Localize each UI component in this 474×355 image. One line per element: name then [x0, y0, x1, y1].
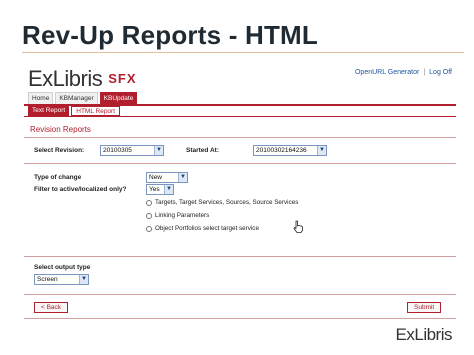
radio-object-portfolios-option[interactable]: Object Portfolios select target service [146, 225, 259, 232]
type-of-change-value: New [149, 174, 163, 181]
radio-label: Targets, Target Services, Sources, Sourc… [155, 199, 299, 206]
form-divider-2 [24, 256, 456, 257]
select-revision-value: 20100305 [103, 147, 132, 154]
chevron-down-icon: ▼ [178, 173, 187, 182]
footer-exlibris-logo: ExLibris [395, 325, 453, 344]
section-title: Revision Reports [30, 125, 91, 134]
back-button[interactable]: < Back [34, 302, 69, 313]
select-revision-label: Select Revision: [34, 147, 85, 154]
started-at-value: 20100302164236 [256, 147, 307, 154]
filter-label: Filter to active/localized only? [34, 186, 127, 193]
sub-nav-line [24, 116, 456, 117]
section-divider [24, 137, 456, 138]
log-off-link[interactable]: Log Off [429, 69, 452, 76]
tab-kbupdate[interactable]: KBUpdate [99, 92, 138, 104]
slide-title: Rev-Up Reports - HTML [22, 20, 318, 50]
logo-word: ExLibris [28, 66, 103, 91]
title-divider [22, 52, 464, 53]
filter-dropdown[interactable]: Yes ▼ [146, 184, 174, 195]
form-divider-4 [24, 318, 456, 319]
tab-html-report[interactable]: HTML Report [71, 106, 121, 116]
output-type-label: Select output type [34, 264, 91, 271]
select-revision-dropdown[interactable]: 20100305 ▼ [100, 145, 164, 156]
radio-linking-parameters-option[interactable]: Linking Parameters [146, 212, 209, 219]
radio-label: Linking Parameters [155, 212, 210, 219]
radio-button[interactable] [146, 225, 152, 232]
chevron-down-icon: ▼ [79, 275, 88, 284]
logo-product: SFX [108, 71, 137, 86]
sfx-screenshot: ExLibris SFX OpenURL Generator | Log Off Ho… [24, 62, 456, 324]
form-divider-3 [24, 294, 456, 295]
started-at-dropdown[interactable]: 20100302164236 ▼ [253, 145, 327, 156]
output-type-dropdown[interactable]: Screen ▼ [34, 274, 89, 285]
chevron-down-icon: ▼ [154, 146, 163, 155]
radio-button[interactable] [146, 199, 152, 206]
form-divider-1 [24, 163, 456, 164]
sub-nav-tabs: Text Report HTML Report [28, 106, 121, 116]
tab-kbmanager[interactable]: KBManager [55, 92, 98, 104]
link-separator: | [423, 69, 426, 76]
tab-text-report[interactable]: Text Report [28, 106, 70, 116]
radio-button[interactable] [146, 212, 152, 219]
type-of-change-label: Type of change [34, 174, 82, 181]
top-links: OpenURL Generator | Log Off [355, 69, 452, 76]
exlibris-sfx-logo: ExLibris SFX [28, 66, 137, 92]
chevron-down-icon: ▼ [164, 185, 173, 194]
main-nav-tabs: Home KBManager KBUpdate [28, 92, 138, 104]
type-of-change-dropdown[interactable]: New ▼ [146, 172, 188, 183]
chevron-down-icon: ▼ [317, 146, 326, 155]
filter-value: Yes [149, 186, 160, 193]
submit-button[interactable]: Submit [407, 302, 442, 313]
radio-label: Object Portfolios select target service [155, 225, 259, 232]
radio-targets-option[interactable]: Targets, Target Services, Sources, Sourc… [146, 199, 298, 206]
hand-cursor-icon [293, 220, 303, 233]
started-at-label: Started At: [186, 147, 219, 154]
output-type-value: Screen [37, 276, 58, 283]
openurl-generator-link[interactable]: OpenURL Generator [355, 69, 419, 76]
tab-home[interactable]: Home [28, 92, 54, 104]
